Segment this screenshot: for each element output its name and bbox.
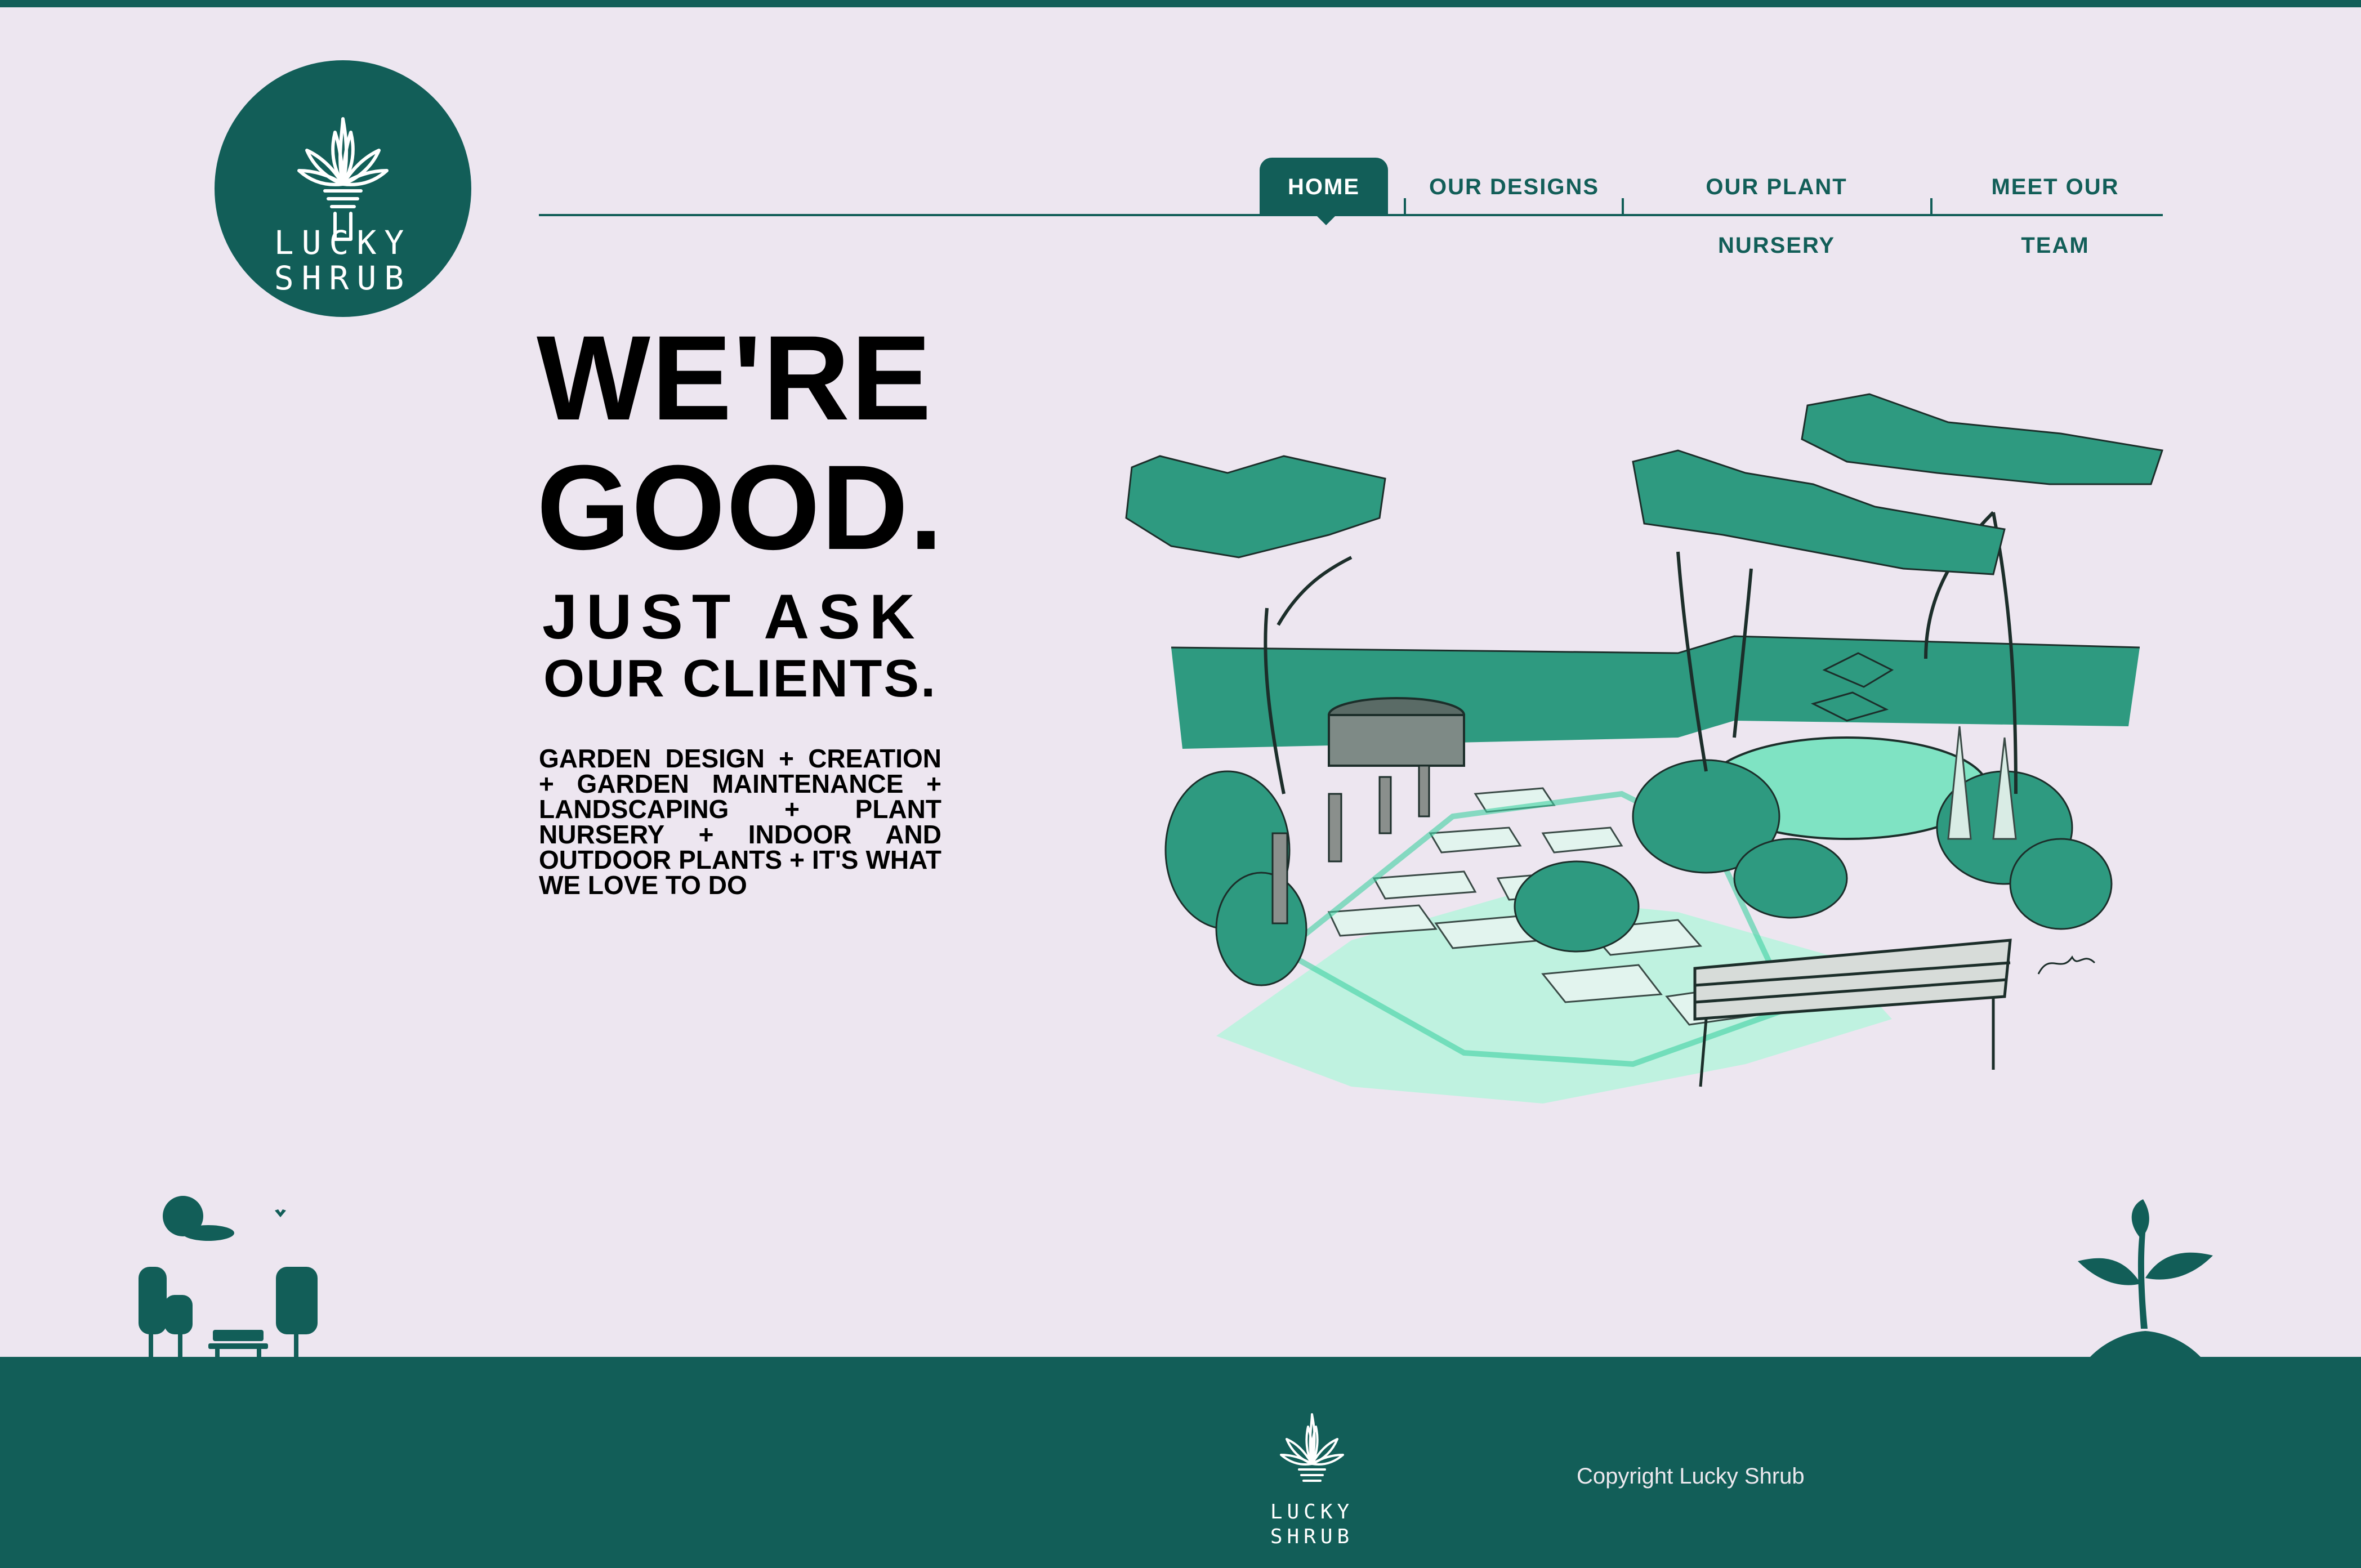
logo-text-line2: SHRUB [274,259,412,297]
nav-divider [1404,198,1406,216]
nav-our-plant-nursery[interactable]: OUR PLANT NURSERY [1644,158,1909,258]
hero-headline-line2: GOOD. [537,440,944,575]
nav-meet-our-team[interactable]: MEET OUR TEAM [1954,158,2157,258]
top-accent-bar [0,0,2361,7]
footer-logo[interactable]: LUCKY SHRUB [1264,1402,1360,1554]
agave-plant-icon [1280,1413,1344,1482]
lucky-shrub-logo[interactable]: LUCKY SHRUB [215,60,471,317]
garden-sketch-illustration [1125,393,2163,1104]
copyright-text: Copyright Lucky Shrub [1577,1464,1805,1489]
logo-text-line1: LUCKY [274,224,412,262]
nav-underline [539,214,2163,216]
site-footer [0,1357,2361,1568]
nav-active-caret [1317,216,1335,225]
park-bench-trees-icon [139,1196,318,1359]
nav-divider [1930,198,1932,216]
hero-headline-line1: WE'RE [537,311,932,445]
footer-logo-text-line2: SHRUB [1270,1525,1354,1548]
footer-logo-text-line1: LUCKY [1270,1500,1354,1524]
sprout-icon [2078,1199,2213,1358]
nav-divider [1622,198,1624,216]
services-description: GARDEN DESIGN + CREATION + GARDEN MAINTE… [539,744,941,900]
nav-our-designs[interactable]: OUR DESIGNS [1425,158,1604,214]
hero-subheadline-line1: JUST ASK [542,582,924,652]
nav-home[interactable]: HOME [1260,158,1388,214]
hero-subheadline-line2: OUR CLIENTS. [543,649,938,708]
